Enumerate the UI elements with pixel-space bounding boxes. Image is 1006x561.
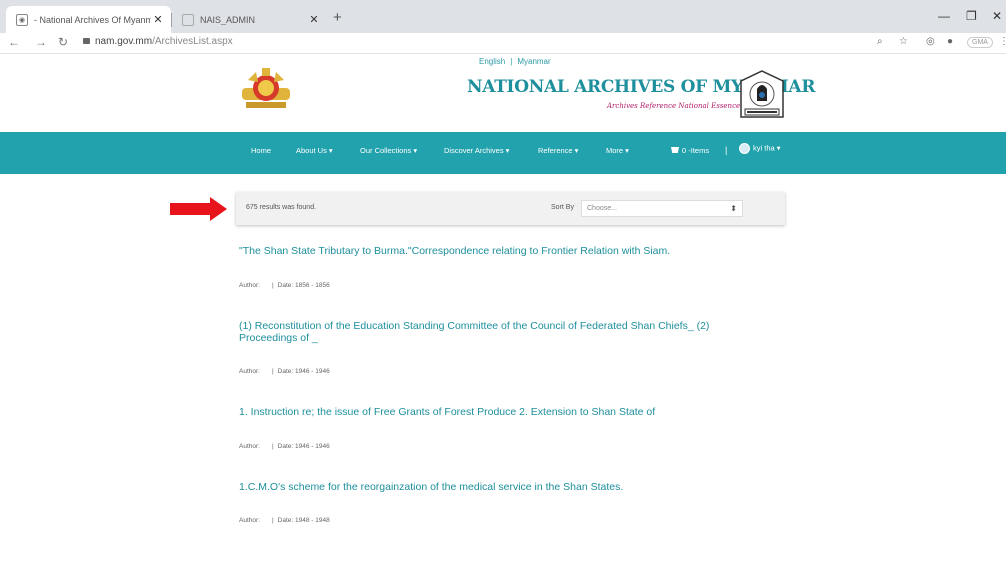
- tab-title: - National Archives Of Myanmar: [34, 14, 151, 25]
- result-title-link[interactable]: (1) Reconstitution of the Education Stan…: [239, 320, 769, 344]
- results-summary-bar: 675 results was found. Sort By Choose...…: [236, 192, 785, 225]
- archives-seal-logo: [740, 70, 784, 118]
- forward-icon[interactable]: →: [35, 35, 47, 49]
- cart-icon: [671, 147, 679, 153]
- cart-label: 0 -Items: [682, 146, 710, 155]
- main-navigation: Home About Us ▾ Our Collections ▾ Discov…: [0, 132, 1006, 174]
- author-label: Author:: [239, 443, 260, 450]
- red-arrow-icon: [170, 197, 227, 221]
- cart-button[interactable]: 0 -Items: [671, 146, 709, 155]
- date-value: 1856 - 1856: [295, 282, 330, 289]
- nav-home[interactable]: Home: [251, 146, 271, 155]
- author-label: Author:: [239, 517, 260, 524]
- bookmark-star-icon[interactable]: ☆: [899, 36, 908, 47]
- nav-our-collections[interactable]: Our Collections ▾: [360, 146, 417, 155]
- site-tagline: Archives Reference National Essence: [607, 102, 741, 110]
- nav-more[interactable]: More ▾: [606, 146, 629, 155]
- nav-discover-archives[interactable]: Discover Archives ▾: [444, 146, 509, 155]
- user-avatar-icon: [739, 143, 750, 154]
- date-label: Date:: [277, 443, 294, 450]
- result-meta: Author: | Date: 1948 - 1948: [239, 517, 330, 524]
- close-tab-icon[interactable]: ✕: [151, 13, 165, 26]
- author-label: Author:: [239, 282, 260, 289]
- page-favicon-icon: [182, 13, 194, 26]
- new-tab-icon[interactable]: +: [333, 9, 342, 26]
- tab-nais-admin[interactable]: NAIS_ADMIN ✕: [171, 6, 327, 33]
- tab-national-archives[interactable]: ◉ - National Archives Of Myanmar ✕: [6, 6, 171, 33]
- menu-divider: |: [725, 145, 728, 155]
- zoom-icon[interactable]: ⌕: [877, 36, 883, 47]
- date-label: Date:: [277, 517, 294, 524]
- date-value: 1946 - 1946: [295, 368, 330, 375]
- lock-icon: [83, 38, 90, 44]
- url-host: nam.gov.mm: [95, 36, 153, 47]
- author-label: Author:: [239, 368, 260, 375]
- address-bar[interactable]: nam.gov.mm/ArchivesList.aspx: [83, 36, 233, 47]
- date-value: 1946 - 1946: [295, 443, 330, 450]
- date-label: Date:: [277, 368, 294, 375]
- sort-select-value: Choose...: [587, 205, 617, 212]
- result-title-link[interactable]: 1.C.M.O's scheme for the reorgainzation …: [239, 481, 769, 493]
- date-value: 1948 - 1948: [295, 517, 330, 524]
- nav-reference[interactable]: Reference ▾: [538, 146, 578, 155]
- state-emblem-logo[interactable]: [240, 66, 292, 110]
- sort-select[interactable]: Choose... ⬍: [581, 200, 743, 217]
- user-menu[interactable]: kyi tha ▾: [739, 143, 781, 154]
- page-favicon-icon: ◉: [16, 13, 28, 26]
- results-count: 675 results was found.: [246, 204, 317, 211]
- lang-english-link[interactable]: English: [479, 57, 505, 66]
- reload-icon[interactable]: ↻: [58, 35, 68, 49]
- lang-myanmar-link[interactable]: Myanmar: [517, 57, 550, 66]
- minimize-icon[interactable]: —: [938, 9, 950, 23]
- back-icon[interactable]: ←: [8, 35, 20, 49]
- nav-about-us[interactable]: About Us ▾: [296, 146, 333, 155]
- browser-toolbar: ← → ↻ nam.gov.mm/ArchivesList.aspx ⌕ ☆ ◎…: [0, 33, 1006, 54]
- result-meta: Author: | Date: 1856 - 1856: [239, 282, 330, 289]
- result-meta: Author: | Date: 1946 - 1946: [239, 368, 330, 375]
- extension-icon[interactable]: ●: [947, 36, 953, 47]
- date-label: Date:: [277, 282, 294, 289]
- browser-menu-icon[interactable]: ⋮: [999, 36, 1006, 47]
- restore-icon[interactable]: ❐: [966, 9, 977, 23]
- close-tab-icon[interactable]: ✕: [307, 13, 321, 26]
- close-window-icon[interactable]: ✕: [992, 9, 1002, 23]
- profile-button[interactable]: GMA: [967, 37, 993, 48]
- tab-separator: [171, 13, 172, 27]
- user-label: kyi tha ▾: [753, 143, 781, 153]
- sort-by-label: Sort By: [551, 204, 574, 211]
- url-path: /ArchivesList.aspx: [152, 36, 233, 47]
- tab-title: NAIS_ADMIN: [200, 14, 256, 25]
- extension-icon[interactable]: ◎: [926, 36, 935, 47]
- language-switcher: English | Myanmar: [479, 57, 551, 66]
- result-title-link[interactable]: 1. Instruction re; the issue of Free Gra…: [239, 406, 769, 418]
- sort-caret-icon: ⬍: [730, 204, 737, 213]
- result-meta: Author: | Date: 1946 - 1946: [239, 443, 330, 450]
- browser-tab-strip: ◉ - National Archives Of Myanmar ✕ NAIS_…: [0, 0, 1006, 33]
- result-title-link[interactable]: "The Shan State Tributary to Burma."Corr…: [239, 245, 769, 257]
